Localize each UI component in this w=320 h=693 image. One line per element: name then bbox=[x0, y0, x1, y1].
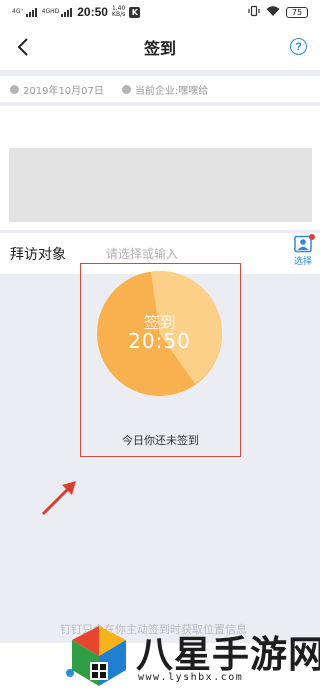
back-button[interactable] bbox=[10, 33, 36, 61]
info-row: 2019年10月07日 当前企业:嘿嘿给 bbox=[0, 76, 320, 102]
date-text: 2019年10月07日 bbox=[23, 85, 104, 97]
signal-icon bbox=[25, 7, 37, 17]
visit-target-label: 拜访对象 bbox=[10, 246, 66, 263]
notification-dot bbox=[309, 234, 315, 240]
status-bar: 4G⁺ 4GHD 20:50 1.40 KB/s K 75 bbox=[0, 0, 320, 24]
chevron-left-icon bbox=[17, 38, 28, 56]
clock: 20:50 bbox=[77, 5, 108, 19]
company-info: 当前企业:嘿嘿给 bbox=[121, 82, 209, 97]
network-speed-unit: KB/s bbox=[112, 11, 126, 18]
nav-bar: 签到 ? bbox=[0, 24, 320, 70]
sign-in-button[interactable]: 签到 20:50 bbox=[97, 271, 222, 396]
sign-in-time: 20:50 bbox=[128, 329, 191, 353]
signal-label-2: 4GHD bbox=[41, 8, 60, 15]
sign-in-status: 今日你还未签到 bbox=[122, 434, 199, 447]
page-title: 签到 bbox=[143, 39, 176, 58]
calendar-icon bbox=[10, 84, 19, 94]
network-speed: 1.40 KB/s bbox=[112, 6, 125, 18]
watermark-url: www.lyshbx.com bbox=[138, 672, 244, 683]
visit-target-input[interactable]: 请选择或输入 bbox=[106, 245, 320, 262]
date-info: 2019年10月07日 bbox=[10, 82, 104, 97]
location-panel bbox=[0, 106, 320, 230]
wifi-icon bbox=[266, 5, 280, 20]
select-label: 选择 bbox=[293, 257, 312, 267]
select-contact-button[interactable]: 选择 bbox=[292, 234, 315, 267]
watermark-title: 八星手游网 bbox=[136, 633, 320, 676]
signal-icon-2 bbox=[61, 7, 73, 17]
app-notification-icon: K bbox=[129, 6, 141, 18]
watermark: 八星手游网 www.lyshbx.com bbox=[62, 616, 320, 693]
company-text: 当前企业:嘿嘿给 bbox=[134, 85, 209, 97]
help-icon[interactable]: ? bbox=[290, 38, 307, 55]
watermark-logo-icon bbox=[72, 626, 126, 686]
signal-label-1: 4G⁺ bbox=[12, 8, 24, 15]
company-icon bbox=[121, 84, 131, 94]
map-area[interactable] bbox=[9, 148, 312, 222]
contact-icon bbox=[293, 234, 315, 253]
red-arrow-icon bbox=[41, 481, 76, 516]
battery-icon: 75 bbox=[286, 6, 308, 18]
vibrate-icon bbox=[248, 5, 260, 20]
